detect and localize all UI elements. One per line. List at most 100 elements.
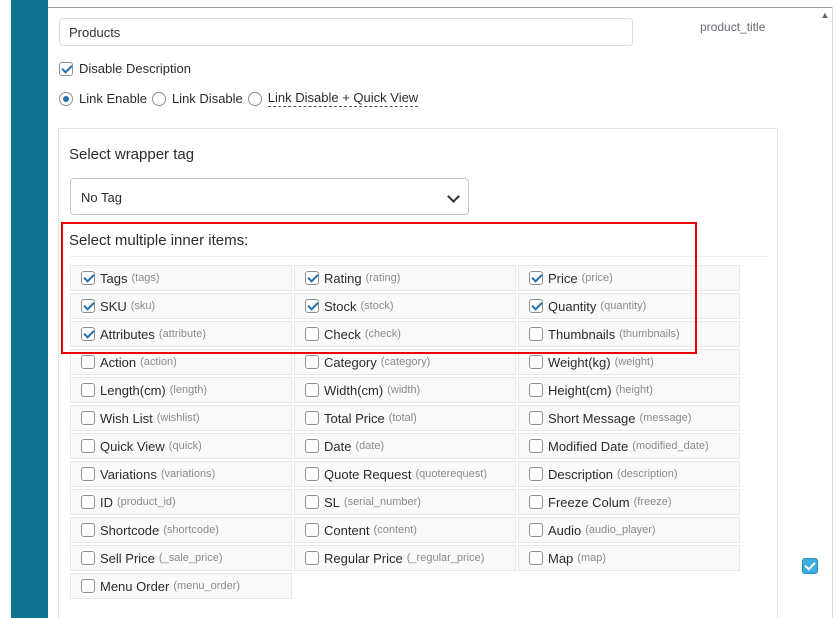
inner-item[interactable]: Category (category) xyxy=(294,349,516,375)
inner-item-checkbox[interactable] xyxy=(81,355,95,369)
inner-item-key: (price) xyxy=(581,272,613,284)
inner-item-checkbox[interactable] xyxy=(305,551,319,565)
inner-item[interactable]: Regular Price (_regular_price) xyxy=(294,545,516,571)
inner-item-checkbox[interactable] xyxy=(529,411,543,425)
inner-item[interactable]: Sell Price (_sale_price) xyxy=(70,545,292,571)
admin-sidebar-strip xyxy=(11,0,48,618)
inner-item-checkbox[interactable] xyxy=(81,383,95,397)
inner-item-checkbox[interactable] xyxy=(529,467,543,481)
inner-item-checkbox[interactable] xyxy=(529,495,543,509)
disable-description-toggle[interactable]: Disable Description xyxy=(59,61,191,76)
inner-item-checkbox[interactable] xyxy=(529,355,543,369)
inner-item[interactable]: Audio (audio_player) xyxy=(518,517,740,543)
inner-item[interactable]: Shortcode (shortcode) xyxy=(70,517,292,543)
inner-item-checkbox[interactable] xyxy=(81,523,95,537)
inner-item-checkbox[interactable] xyxy=(529,523,543,537)
inner-item[interactable]: Quantity (quantity) xyxy=(518,293,740,319)
disable-description-checkbox[interactable] xyxy=(59,61,73,76)
inner-item-checkbox[interactable] xyxy=(305,467,319,481)
inner-item[interactable]: Width(cm) (width) xyxy=(294,377,516,403)
inner-item-checkbox[interactable] xyxy=(305,299,319,313)
wrapper-tag-value: No Tag xyxy=(81,190,122,205)
inner-item-checkbox[interactable] xyxy=(81,579,95,593)
inner-item[interactable]: Rating (rating) xyxy=(294,265,516,291)
inner-item-checkbox[interactable] xyxy=(81,495,95,509)
inner-item-name: Total Price xyxy=(324,410,385,426)
scroll-up-icon[interactable]: ▲ xyxy=(819,9,831,21)
inner-item-checkbox[interactable] xyxy=(305,383,319,397)
inner-item[interactable]: Check (check) xyxy=(294,321,516,347)
inner-item[interactable]: Tags (tags) xyxy=(70,265,292,291)
inner-item-checkbox[interactable] xyxy=(529,327,543,341)
inner-item[interactable]: Attributes (attribute) xyxy=(70,321,292,347)
inner-item-name: Weight(kg) xyxy=(548,354,611,370)
inner-item-checkbox[interactable] xyxy=(81,467,95,481)
wrapper-tag-select[interactable]: No Tag xyxy=(70,178,469,215)
inner-item-checkbox[interactable] xyxy=(81,411,95,425)
inner-item[interactable]: Date (date) xyxy=(294,433,516,459)
inner-item[interactable]: Variations (variations) xyxy=(70,461,292,487)
inner-item-checkbox[interactable] xyxy=(529,271,543,285)
inner-item-checkbox[interactable] xyxy=(305,411,319,425)
inner-item[interactable]: Modified Date (modified_date) xyxy=(518,433,740,459)
inner-item[interactable]: Weight(kg) (weight) xyxy=(518,349,740,375)
link-disable-quickview-radio[interactable] xyxy=(247,91,262,106)
inner-item-checkbox[interactable] xyxy=(305,439,319,453)
inner-item-checkbox[interactable] xyxy=(529,383,543,397)
inner-item[interactable]: Action (action) xyxy=(70,349,292,375)
inner-item[interactable]: SKU (sku) xyxy=(70,293,292,319)
inner-item-checkbox[interactable] xyxy=(81,439,95,453)
side-checkbox[interactable] xyxy=(802,558,818,574)
inner-item[interactable]: Short Message (message) xyxy=(518,405,740,431)
link-disable-radio[interactable] xyxy=(151,91,166,106)
inner-item-name: Date xyxy=(324,438,352,454)
inner-item[interactable]: Quote Request (quoterequest) xyxy=(294,461,516,487)
inner-items-heading: Select multiple inner items: xyxy=(69,232,249,249)
inner-item-name: Quote Request xyxy=(324,466,412,482)
inner-item[interactable]: ID (product_id) xyxy=(70,489,292,515)
column-title-input[interactable]: Products xyxy=(59,18,633,46)
inner-item-checkbox[interactable] xyxy=(81,271,95,285)
inner-item[interactable]: Menu Order (menu_order) xyxy=(70,573,292,599)
inner-item-name: Regular Price xyxy=(324,550,403,566)
inner-item-name: Description xyxy=(548,466,614,482)
inner-item-name: Menu Order xyxy=(100,578,170,594)
inner-item-name: Freeze Colum xyxy=(548,494,630,510)
inner-item-checkbox[interactable] xyxy=(81,551,95,565)
inner-item-checkbox[interactable] xyxy=(81,327,95,341)
inner-item-checkbox[interactable] xyxy=(305,327,319,341)
inner-item[interactable]: Content (content) xyxy=(294,517,516,543)
inner-item[interactable]: Wish List (wishlist) xyxy=(70,405,292,431)
inner-item-key: (freeze) xyxy=(633,496,672,508)
inner-item-checkbox[interactable] xyxy=(529,551,543,565)
inner-item[interactable]: Length(cm) (length) xyxy=(70,377,292,403)
inner-item[interactable]: Freeze Colum (freeze) xyxy=(518,489,740,515)
inner-item-checkbox[interactable] xyxy=(529,299,543,313)
inner-item-name: Audio xyxy=(548,522,582,538)
inner-item-checkbox[interactable] xyxy=(305,355,319,369)
inner-item-key: (quoterequest) xyxy=(415,468,487,480)
link-disable-label: Link Disable xyxy=(171,91,243,106)
link-disable-option[interactable]: Link Disable xyxy=(151,91,243,106)
inner-item-checkbox[interactable] xyxy=(81,299,95,313)
inner-item-key: (check) xyxy=(364,328,401,340)
inner-item[interactable]: Price (price) xyxy=(518,265,740,291)
inner-item-key: (description) xyxy=(617,468,678,480)
inner-item[interactable]: Total Price (total) xyxy=(294,405,516,431)
inner-item-checkbox[interactable] xyxy=(305,495,319,509)
inner-item[interactable]: Description (description) xyxy=(518,461,740,487)
link-enable-radio[interactable] xyxy=(59,91,73,106)
link-enable-option[interactable]: Link Enable xyxy=(59,91,147,106)
inner-item[interactable]: Quick View (quick) xyxy=(70,433,292,459)
link-disable-quickview-option[interactable]: Link Disable + Quick View xyxy=(247,90,419,107)
inner-item[interactable]: Stock (stock) xyxy=(294,293,516,319)
inner-item[interactable]: Map (map) xyxy=(518,545,740,571)
inner-item[interactable]: SL (serial_number) xyxy=(294,489,516,515)
chevron-down-icon xyxy=(447,190,460,203)
inner-item[interactable]: Thumbnails (thumbnails) xyxy=(518,321,740,347)
inner-item-checkbox[interactable] xyxy=(305,523,319,537)
inner-item-checkbox[interactable] xyxy=(529,439,543,453)
inner-item[interactable]: Height(cm) (height) xyxy=(518,377,740,403)
inner-item-key: (shortcode) xyxy=(163,524,219,536)
inner-item-checkbox[interactable] xyxy=(305,271,319,285)
